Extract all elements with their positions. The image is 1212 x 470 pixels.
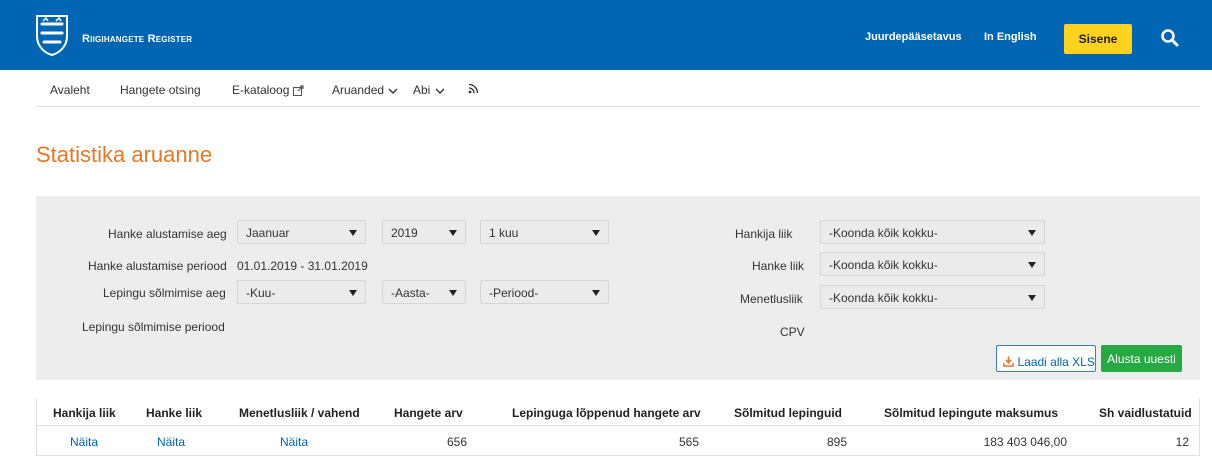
caret-down-icon bbox=[592, 230, 600, 236]
start-month-value: Jaanuar bbox=[246, 226, 290, 240]
buyer-type-select[interactable]: -Koonda kõik kokku- bbox=[820, 220, 1045, 244]
contract-length-select[interactable]: -Periood- bbox=[480, 280, 609, 304]
start-period-label: Hanke alustamise periood bbox=[88, 259, 227, 273]
nav-home[interactable]: Avaleht bbox=[50, 83, 90, 97]
results-table: Hankija liik Hanke liik Menetlusliik / v… bbox=[36, 398, 1200, 456]
start-time-label: Hanke alustamise aeg bbox=[108, 227, 227, 241]
contract-period-label: Lepingu sõlmimise periood bbox=[82, 320, 225, 334]
download-icon bbox=[1003, 356, 1015, 367]
contract-year-value: -Aasta- bbox=[391, 286, 430, 300]
chevron-down-icon bbox=[435, 88, 445, 94]
cpv-label: CPV bbox=[780, 325, 805, 339]
column-header[interactable]: Sh vaidlustatuid bbox=[1099, 406, 1192, 420]
coat-of-arms-logo[interactable] bbox=[35, 14, 69, 56]
contract-year-select[interactable]: -Aasta- bbox=[382, 280, 466, 304]
top-bar: Riigihangete Register Juurdepääsetavus I… bbox=[0, 0, 1212, 70]
buyer-type-label: Hankija liik bbox=[735, 227, 793, 241]
row-divider bbox=[37, 425, 1199, 426]
contracts-value: 183 403 046,00 bbox=[983, 435, 1067, 449]
brand-name[interactable]: Riigihangete Register bbox=[82, 33, 192, 45]
login-button[interactable]: Sisene bbox=[1064, 24, 1132, 54]
download-xls-button[interactable]: Laadi alla XLS bbox=[996, 345, 1096, 372]
rss-icon[interactable] bbox=[468, 81, 479, 95]
column-header[interactable]: Lepinguga lõppenud hangete arv bbox=[512, 406, 701, 420]
search-icon[interactable] bbox=[1160, 28, 1180, 48]
nav-e-catalogue[interactable]: E-kataloog bbox=[232, 83, 304, 97]
procurement-count: 656 bbox=[446, 435, 467, 449]
nav-help-label: Abi bbox=[413, 83, 431, 97]
contract-month-select[interactable]: -Kuu- bbox=[237, 280, 366, 304]
procurement-type-label: Hanke liik bbox=[752, 259, 805, 273]
disputed-count: 12 bbox=[1175, 435, 1189, 449]
start-length-value: 1 kuu bbox=[489, 226, 519, 240]
main-nav: Avaleht Hangete otsing E-kataloog Aruand… bbox=[36, 70, 1200, 107]
caret-down-icon bbox=[1028, 295, 1036, 301]
show-procurement-type-link[interactable]: Näita bbox=[157, 435, 185, 449]
nav-reports-label: Aruanded bbox=[332, 83, 385, 97]
accessibility-link[interactable]: Juurdepääsetavus bbox=[865, 31, 962, 43]
chevron-down-icon bbox=[388, 88, 398, 94]
show-procedure-link[interactable]: Näita bbox=[280, 435, 308, 449]
nav-help[interactable]: Abi bbox=[413, 83, 446, 97]
start-year-select[interactable]: 2019 bbox=[382, 220, 466, 244]
column-header[interactable]: Sõlmitud lepinguid bbox=[734, 406, 842, 420]
start-period-value: 01.01.2019 - 31.01.2019 bbox=[237, 259, 368, 273]
external-link-icon bbox=[292, 85, 304, 97]
contract-time-label: Lepingu sõlmimise aeg bbox=[103, 286, 226, 300]
completed-count: 565 bbox=[678, 435, 699, 449]
start-year-value: 2019 bbox=[391, 226, 418, 240]
caret-down-icon bbox=[1028, 230, 1036, 236]
nav-e-catalogue-label: E-kataloog bbox=[232, 83, 290, 97]
caret-down-icon bbox=[349, 290, 357, 296]
column-header[interactable]: Menetlusliik / vahend bbox=[239, 406, 360, 420]
column-header[interactable]: Hangete arv bbox=[394, 406, 463, 420]
column-header[interactable]: Hanke liik bbox=[146, 406, 202, 420]
procurement-type-value: -Koonda kõik kokku- bbox=[829, 258, 938, 272]
caret-down-icon bbox=[349, 230, 357, 236]
procedure-select[interactable]: -Koonda kõik kokku- bbox=[820, 285, 1045, 309]
column-header[interactable]: Sõlmitud lepingute maksumus bbox=[884, 406, 1058, 420]
column-header[interactable]: Hankija liik bbox=[53, 406, 116, 420]
start-length-select[interactable]: 1 kuu bbox=[480, 220, 609, 244]
caret-down-icon bbox=[592, 290, 600, 296]
procurement-type-select[interactable]: -Koonda kõik kokku- bbox=[820, 252, 1045, 276]
buyer-type-value: -Koonda kõik kokku- bbox=[829, 226, 938, 240]
page-title: Statistika aruanne bbox=[36, 142, 213, 167]
reset-button[interactable]: Alusta uuesti bbox=[1101, 345, 1182, 372]
start-month-select[interactable]: Jaanuar bbox=[237, 220, 366, 244]
contract-month-value: -Kuu- bbox=[246, 286, 276, 300]
contracts-count: 895 bbox=[826, 435, 847, 449]
nav-procurement-search[interactable]: Hangete otsing bbox=[120, 83, 201, 97]
caret-down-icon bbox=[449, 230, 457, 236]
caret-down-icon bbox=[449, 290, 457, 296]
procedure-value: -Koonda kõik kokku- bbox=[829, 291, 938, 305]
show-buyer-type-link[interactable]: Näita bbox=[70, 435, 98, 449]
nav-reports[interactable]: Aruanded bbox=[332, 83, 399, 97]
contract-length-value: -Periood- bbox=[489, 286, 539, 300]
download-xls-label: Laadi alla XLS bbox=[1017, 354, 1095, 369]
caret-down-icon bbox=[1028, 262, 1036, 268]
procedure-label: Menetlusliik bbox=[740, 292, 803, 306]
english-link[interactable]: In English bbox=[984, 31, 1037, 43]
